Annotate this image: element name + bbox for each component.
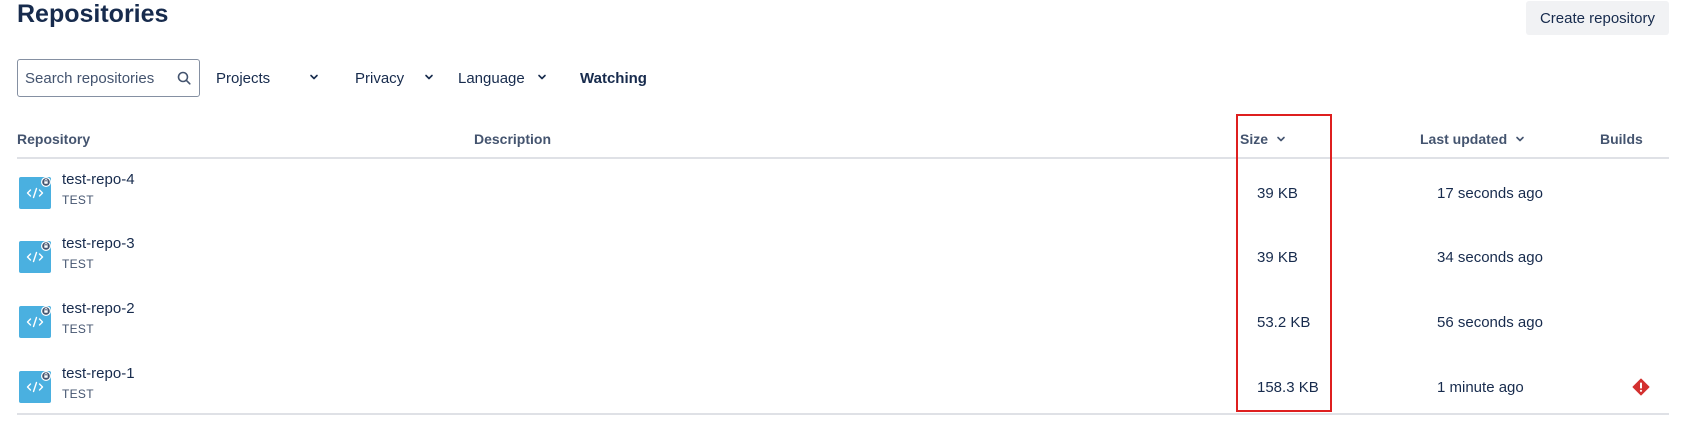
projects-filter[interactable]: Projects [216,66,318,90]
column-header-last-updated[interactable]: Last updated [1420,131,1525,147]
page-title: Repositories [17,0,169,28]
repo-name-link[interactable]: test-repo-4 [62,171,135,188]
repo-code-icon [19,177,51,209]
watching-filter-label: Watching [580,69,647,87]
repo-name-link[interactable]: test-repo-1 [62,365,135,382]
repo-last-updated: 56 seconds ago [1437,314,1543,331]
chevron-down-icon [310,74,318,80]
watching-filter[interactable]: Watching [580,66,647,90]
repo-last-updated: 34 seconds ago [1437,249,1543,266]
projects-filter-label: Projects [216,69,271,87]
repo-code-icon [19,306,51,338]
repo-code-icon [19,371,51,403]
column-header-repository: Repository [17,131,91,147]
language-filter-label: Language [458,69,525,87]
column-header-builds: Builds [1600,131,1643,147]
chevron-down-icon [538,74,546,80]
privacy-filter[interactable]: Privacy [355,66,440,90]
repo-project-key: TEST [62,193,94,207]
repo-project-key: TEST [62,322,94,336]
repo-name-link[interactable]: test-repo-3 [62,235,135,252]
build-failed-icon[interactable] [1632,378,1650,396]
table-bottom-divider [17,413,1669,415]
column-header-description: Description [474,131,552,147]
sort-chevron-down-icon [1516,136,1524,142]
table-row: test-repo-4 TEST 39 KB 17 seconds ago [17,165,1669,229]
table-row: test-repo-2 TEST 53.2 KB 56 seconds ago [17,294,1669,358]
size-column-highlight-box [1236,114,1332,412]
privacy-filter-label: Privacy [355,69,405,87]
repo-last-updated: 1 minute ago [1437,379,1524,396]
repo-project-key: TEST [62,387,94,401]
chevron-down-icon [425,74,433,80]
create-repository-button[interactable]: Create repository [1526,1,1669,35]
repo-project-key: TEST [62,257,94,271]
repo-last-updated: 17 seconds ago [1437,185,1543,202]
repo-code-icon [19,241,51,273]
language-filter[interactable]: Language [458,66,553,90]
search-box[interactable] [17,59,200,97]
repo-name-link[interactable]: test-repo-2 [62,300,135,317]
search-icon [177,71,191,85]
search-input[interactable] [25,69,175,87]
table-header-divider [17,157,1669,159]
table-row: test-repo-3 TEST 39 KB 34 seconds ago [17,229,1669,293]
